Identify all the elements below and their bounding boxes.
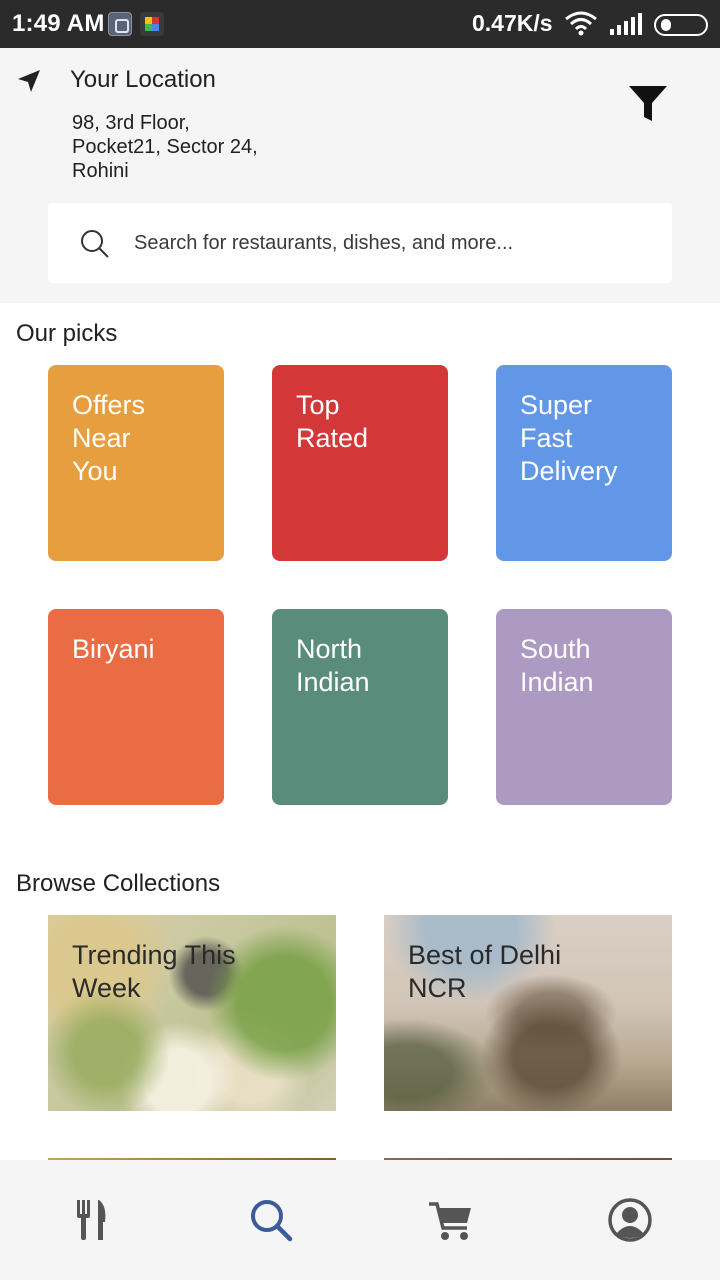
pick-tile-top-rated[interactable]: Top Rated [272, 365, 448, 561]
address-line: Rohini [72, 160, 129, 182]
tile-label: Top [296, 390, 340, 420]
tile-label: South [520, 634, 591, 664]
app-notification-icon [108, 12, 132, 36]
location-address[interactable]: 98, 3rd Floor, Pocket21, Sector 24, Rohi… [72, 111, 352, 183]
tile-label: Fast [520, 423, 573, 453]
search-icon [81, 230, 109, 258]
location-title[interactable]: Your Location [70, 66, 216, 94]
filter-icon[interactable] [626, 82, 670, 126]
browse-collections-title: Browse Collections [16, 870, 221, 897]
cart-icon[interactable] [427, 1196, 475, 1244]
tile-label: Offers [72, 390, 146, 420]
tile-label: Delivery [520, 456, 618, 486]
address-line: 98, 3rd Floor, [72, 112, 190, 134]
tile-label: You [72, 456, 118, 486]
tile-label: Indian [296, 667, 370, 697]
collection-title-line: Best of Delhi [408, 940, 562, 970]
pick-tile-offers-near-you[interactable]: Offers Near You [48, 365, 224, 561]
battery-icon [654, 14, 708, 36]
location-arrow-icon[interactable] [16, 68, 42, 94]
tile-label: Super [520, 390, 593, 420]
tile-label: Indian [520, 667, 594, 697]
fork-knife-icon[interactable] [67, 1196, 115, 1244]
collection-title-line: Trending This [72, 940, 236, 970]
pick-tile-super-fast-delivery[interactable]: Super Fast Delivery [496, 365, 672, 561]
pick-tile-south-indian[interactable]: South Indian [496, 609, 672, 805]
signal-icon [610, 13, 642, 35]
wifi-icon [565, 11, 597, 36]
collection-title-line: NCR [408, 973, 467, 1003]
status-time: 1:49 AM [12, 10, 105, 37]
tile-label: Near [72, 423, 131, 453]
collection-card-delhi-ncr[interactable]: Best of Delhi NCR [384, 915, 672, 1111]
network-speed: 0.47K/s [472, 10, 553, 36]
tile-label: Rated [296, 423, 369, 453]
collection-title-line: Week [72, 973, 141, 1003]
search-placeholder: Search for restaurants, dishes, and more… [134, 232, 514, 254]
pick-tile-biryani[interactable]: Biryani [48, 609, 224, 805]
status-bar: 1:49 AM 0.47K/s [0, 0, 720, 48]
our-picks-title: Our picks [16, 320, 118, 347]
search-icon[interactable] [247, 1196, 295, 1244]
tile-label: Biryani [72, 634, 155, 664]
collection-title: Best of Delhi NCR [408, 939, 648, 1005]
pick-tile-north-indian[interactable]: North Indian [272, 609, 448, 805]
photo-app-icon [140, 12, 164, 36]
bottom-navigation [0, 1160, 720, 1280]
address-line: Pocket21, Sector 24, [72, 136, 258, 158]
profile-icon[interactable] [606, 1196, 654, 1244]
tile-label: North [296, 634, 363, 664]
location-header: Your Location 98, 3rd Floor, Pocket21, S… [0, 48, 720, 303]
search-input[interactable]: Search for restaurants, dishes, and more… [48, 203, 672, 283]
collection-title: Trending This Week [72, 939, 312, 1005]
collection-card-trending[interactable]: Trending This Week [48, 915, 336, 1111]
